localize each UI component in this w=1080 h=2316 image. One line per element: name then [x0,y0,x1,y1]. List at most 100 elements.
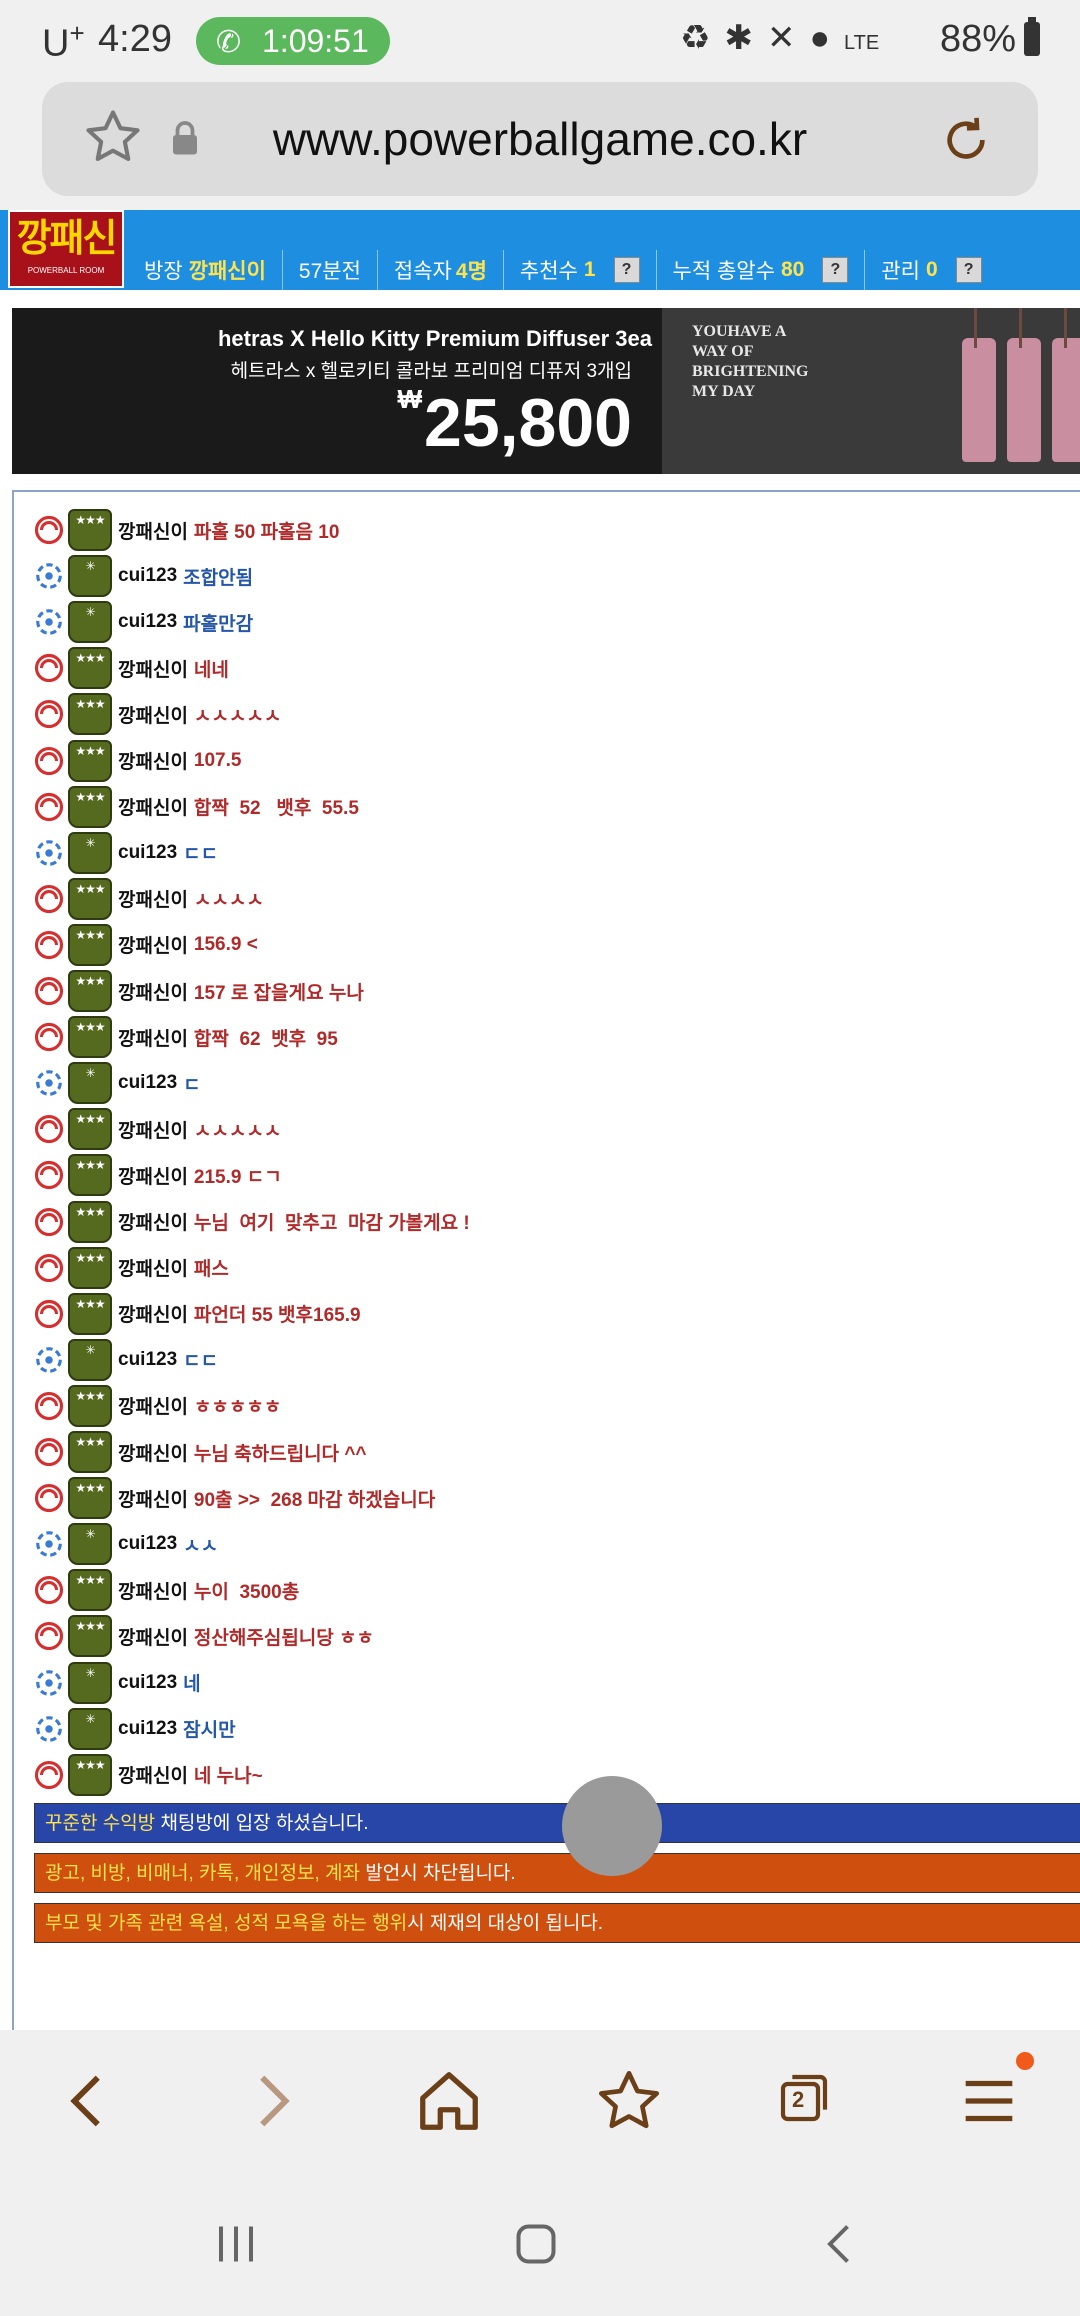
avatar[interactable]: ✳ [68,831,112,874]
owner-badge-icon [34,1299,64,1328]
message-user[interactable]: cui123 [118,1718,177,1740]
back-nav-icon[interactable] [810,2214,870,2274]
location-icon: ● [809,19,845,57]
call-indicator[interactable]: ✆ 1:09:51 [196,17,390,65]
message-user[interactable]: 깡패신이 [118,978,188,1005]
avatar[interactable]: ★★★ [68,923,112,966]
message-user[interactable]: 깡패신이 [118,517,188,544]
visitors-value: 4명 [455,260,487,283]
chat-message: ★★★ 깡패신이 합짝 52 뱃후 55.5 [34,785,359,829]
rank-stars: ★★★ [75,651,105,666]
message-user[interactable]: 깡패신이 [118,1162,188,1189]
avatar[interactable]: ✳ [68,1523,112,1566]
forward-icon[interactable] [236,2066,306,2136]
url-text[interactable]: www.powerballgame.co.kr [42,112,1038,166]
message-user[interactable]: 깡패신이 [118,1761,188,1788]
message-user[interactable]: 깡패신이 [118,1024,188,1051]
bookmark-icon[interactable] [594,2066,664,2136]
menu-icon[interactable] [954,2066,1024,2136]
avatar[interactable]: ★★★ [68,739,112,782]
avatar[interactable]: ★★★ [68,1246,112,1289]
avatar[interactable]: ✳ [68,601,112,644]
message-user[interactable]: 깡패신이 [118,1254,188,1281]
reload-icon[interactable] [938,112,994,168]
chat-message: ★★★ 깡패신이 패스 [34,1246,229,1290]
message-user[interactable]: 깡패신이 [118,1577,188,1604]
message-user[interactable]: 깡패신이 [118,701,188,728]
avatar[interactable]: ★★★ [68,970,112,1012]
avatar[interactable]: ✳ [68,1062,112,1105]
avatar[interactable]: ★★★ [68,1292,112,1335]
avatar[interactable]: ★★★ [68,1569,112,1612]
avatar[interactable]: ★★★ [68,1431,112,1473]
avatar[interactable]: ✳ [68,1338,112,1381]
rank-stars: ★★★ [75,1296,105,1311]
total-label: 누적 총알수 [672,260,775,283]
message-user[interactable]: cui123 [118,1072,177,1094]
message-user[interactable]: cui123 [118,565,177,587]
total-help-button[interactable]: ? [822,257,849,283]
avatar[interactable]: ★★★ [68,1154,112,1197]
avatar[interactable]: ✳ [68,1661,112,1704]
tabs-icon[interactable]: 2 [776,2070,832,2126]
avatar[interactable]: ★★★ [68,509,112,551]
avatar[interactable]: ★★★ [68,785,112,828]
message-user[interactable]: 깡패신이 [118,1392,188,1419]
recommend-help-button[interactable]: ? [613,257,640,283]
message-user[interactable]: cui123 [118,611,177,633]
message-text: 누님 여기 맞추고 마감 가볼게요 ! [193,1213,470,1234]
message-user[interactable]: 깡패신이 [118,747,188,774]
logo-text: 깡패신 [16,218,118,260]
recents-icon[interactable] [206,2214,266,2274]
avatar[interactable]: ★★★ [68,1753,112,1796]
message-user[interactable]: cui123 [118,1672,177,1694]
member-badge-icon [36,1669,62,1696]
message-user[interactable]: 깡패신이 [118,1116,188,1143]
owner-name[interactable]: 깡패신이 [189,255,266,285]
manage-stat: 관리 0 ? [864,250,997,290]
chat-message: ★★★ 깡패신이 누님 여기 맞추고 마감 가볼게요 ! [34,1200,470,1244]
avatar[interactable]: ★★★ [68,877,112,920]
avatar[interactable]: ★★★ [68,1477,112,1520]
url-box[interactable]: www.powerballgame.co.kr [42,82,1038,196]
avatar[interactable]: ✳ [68,555,112,598]
home-nav-icon[interactable] [506,2214,566,2274]
total-value: 80 [780,258,805,281]
avatar[interactable]: ★★★ [68,1016,112,1059]
message-user[interactable]: 깡패신이 [118,793,188,820]
message-user[interactable]: cui123 [118,1533,177,1555]
message-user[interactable]: 깡패신이 [118,1485,188,1512]
avatar[interactable]: ★★★ [68,693,112,736]
message-user[interactable]: cui123 [118,1349,177,1371]
message-text: ㄷㄷ [183,844,219,866]
message-user[interactable]: 깡패신이 [118,1300,188,1327]
avatar[interactable]: ★★★ [68,1200,112,1243]
home-icon[interactable] [414,2066,484,2136]
rank-stars: ★★★ [75,881,105,896]
logo-subtext: POWERBALL ROOM [27,266,105,275]
chat-message: ✳ cui123 잠시만 [34,1707,236,1751]
member-badge-icon [36,839,62,866]
message-user[interactable]: 깡패신이 [118,885,188,912]
message-user[interactable]: 깡패신이 [118,1208,188,1235]
avatar[interactable]: ★★★ [68,1615,112,1658]
ad-banner[interactable]: hetras X Hello Kitty Premium Diffuser 3e… [12,308,1080,474]
status-icons: ♻✱✕●LTE [680,18,879,58]
chat-message: ✳ cui123 조합안됨 [34,554,253,598]
owner-badge-icon [34,1253,64,1282]
back-icon[interactable] [54,2066,124,2136]
message-user[interactable]: 깡패신이 [118,931,188,958]
message-user[interactable]: 깡패신이 [118,1439,188,1466]
avatar[interactable]: ★★★ [68,1384,112,1427]
message-user[interactable]: cui123 [118,842,177,864]
message-user[interactable]: 깡패신이 [118,1623,188,1650]
message-text: 합짝 62 뱃후 95 [193,1028,338,1050]
floating-ball-button[interactable] [562,1776,662,1876]
avatar[interactable]: ★★★ [68,1108,112,1151]
room-logo[interactable]: 깡패신 POWERBALL ROOM [8,210,124,288]
chat-message: ✳ cui123 ㄷㄷ [34,1338,218,1382]
manage-help-button[interactable]: ? [955,257,982,283]
avatar[interactable]: ✳ [68,1707,112,1750]
avatar[interactable]: ★★★ [68,647,112,690]
message-user[interactable]: 깡패신이 [118,655,188,682]
